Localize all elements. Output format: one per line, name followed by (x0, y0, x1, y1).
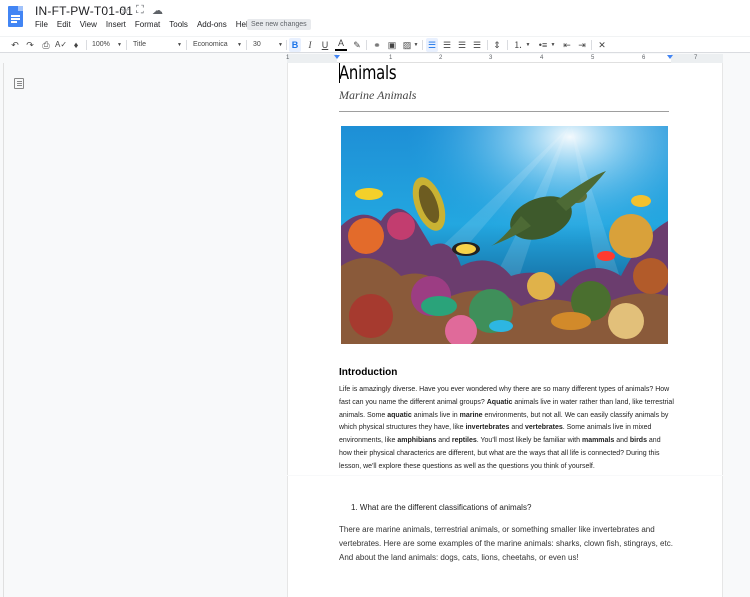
horizontal-rule (339, 111, 669, 112)
bold-term: marine (459, 411, 483, 419)
chevron-down-icon[interactable]: ▼ (525, 38, 531, 52)
section-heading[interactable]: Introduction (339, 367, 397, 378)
left-indent-marker[interactable] (334, 55, 340, 59)
see-new-changes-button[interactable]: See new changes (247, 19, 311, 30)
chevron-down-icon: ▼ (237, 42, 242, 48)
text-color-icon[interactable]: A (335, 38, 347, 51)
bold-icon[interactable]: B (289, 38, 301, 52)
bold-term: mammals (581, 437, 615, 445)
star-icon[interactable]: ☆ (120, 4, 130, 17)
coral-reef-image[interactable] (341, 126, 668, 344)
zoom-select[interactable]: 100% ▼ (92, 38, 122, 52)
ruler-number: 3 (489, 55, 493, 61)
undo-icon[interactable]: ↶ (9, 38, 21, 52)
image-icon[interactable]: ▨ (401, 38, 413, 52)
menu-edit[interactable]: Edit (57, 20, 71, 29)
bold-term: aquatic (387, 411, 412, 419)
zoom-value: 100% (92, 41, 110, 48)
chevron-down-icon: ▼ (177, 42, 182, 48)
print-icon[interactable]: ⎙ (40, 38, 52, 52)
bold-term: reptiles (451, 437, 477, 445)
docs-logo-icon[interactable] (8, 6, 23, 27)
paint-format-icon[interactable]: ♦ (70, 38, 82, 52)
style-value: Title (133, 41, 146, 48)
menu-bar: File Edit View Insert Format Tools Add-o… (35, 20, 261, 29)
underline-icon[interactable]: U (319, 38, 331, 52)
increase-indent-icon[interactable]: ⇥ (576, 38, 588, 52)
title-bar: IN-FT-PW-T01-01 ☆ ⛶ ☁ File Edit View Ins… (0, 0, 750, 36)
decrease-indent-icon[interactable]: ⇤ (561, 38, 573, 52)
chevron-down-icon: ▼ (117, 42, 122, 48)
menu-insert[interactable]: Insert (106, 20, 126, 29)
list-item[interactable]: 1. What are the different classification… (351, 503, 531, 512)
menu-file[interactable]: File (35, 20, 48, 29)
outline-icon[interactable] (14, 78, 24, 89)
vertical-ruler[interactable] (0, 63, 4, 597)
intro-paragraph[interactable]: Life is amazingly diverse. Have you ever… (339, 384, 675, 474)
ruler-number: 4 (540, 55, 544, 61)
bold-term: amphibians (397, 437, 437, 445)
document-subtitle[interactable]: Marine Animals (339, 88, 416, 103)
highlight-icon[interactable]: ✎ (351, 38, 363, 52)
italic-icon[interactable]: I (304, 38, 316, 52)
menu-view[interactable]: View (80, 20, 97, 29)
spellcheck-icon[interactable]: A✓ (55, 38, 67, 52)
paragraph-text: animals live in (411, 411, 460, 419)
numbered-list-icon[interactable]: ⒈ (512, 38, 524, 52)
align-justify-icon[interactable]: ☰ (471, 38, 483, 52)
move-icon[interactable]: ⛶ (136, 4, 144, 17)
font-size-select[interactable]: 30 ▼ (253, 38, 283, 52)
chevron-down-icon: ▼ (278, 42, 283, 48)
clear-format-icon[interactable]: ✕ (596, 38, 608, 52)
link-icon[interactable]: ⚭ (371, 38, 383, 52)
document-heading[interactable]: Animals (339, 62, 397, 84)
align-right-icon[interactable]: ☰ (456, 38, 468, 52)
bold-term: vertebrates (525, 424, 563, 432)
bulleted-list-icon[interactable]: •≡ (537, 38, 549, 52)
menu-format[interactable]: Format (135, 20, 160, 29)
toolbar: ↶ ↷ ⎙ A✓ ♦ 100% ▼ Title ▼ Economica ▼ 30 ▼ B… (0, 36, 750, 53)
ruler-number: 2 (439, 55, 443, 61)
font-size-value: 30 (253, 41, 261, 48)
answer-paragraph[interactable]: There are marine animals, terrestrial an… (339, 523, 674, 565)
align-left-icon[interactable]: ☰ (426, 38, 438, 52)
bold-term: Aquatic (486, 398, 513, 406)
menu-addons[interactable]: Add-ons (197, 20, 227, 29)
chevron-down-icon[interactable]: ▼ (550, 38, 556, 52)
ruler-number: 1 (286, 55, 290, 61)
paragraph-text: and (614, 437, 630, 445)
paragraph-text: and (509, 424, 525, 432)
chevron-down-icon[interactable]: ▼ (413, 38, 419, 52)
font-select[interactable]: Economica ▼ (193, 38, 242, 52)
text-cursor (339, 63, 340, 83)
redo-icon[interactable]: ↷ (24, 38, 36, 52)
paragraph-text: and (436, 437, 452, 445)
document-title[interactable]: IN-FT-PW-T01-01 (35, 4, 133, 18)
ruler-number: 6 (642, 55, 646, 61)
paragraph-style-select[interactable]: Title ▼ (133, 38, 182, 52)
paragraph-text: . You'll most likely be familiar with (476, 437, 582, 445)
comment-icon[interactable]: ▣ (386, 38, 398, 52)
ruler-number: 5 (591, 55, 595, 61)
line-spacing-icon[interactable]: ⇕ (491, 38, 503, 52)
align-center-icon[interactable]: ☰ (441, 38, 453, 52)
right-indent-marker[interactable] (667, 55, 673, 59)
bold-term: invertebrates (465, 424, 510, 432)
bold-term: birds (629, 437, 647, 445)
font-value: Economica (193, 41, 228, 48)
cloud-icon[interactable]: ☁ (152, 4, 163, 17)
ruler-number: 7 (694, 55, 698, 61)
menu-tools[interactable]: Tools (169, 20, 188, 29)
